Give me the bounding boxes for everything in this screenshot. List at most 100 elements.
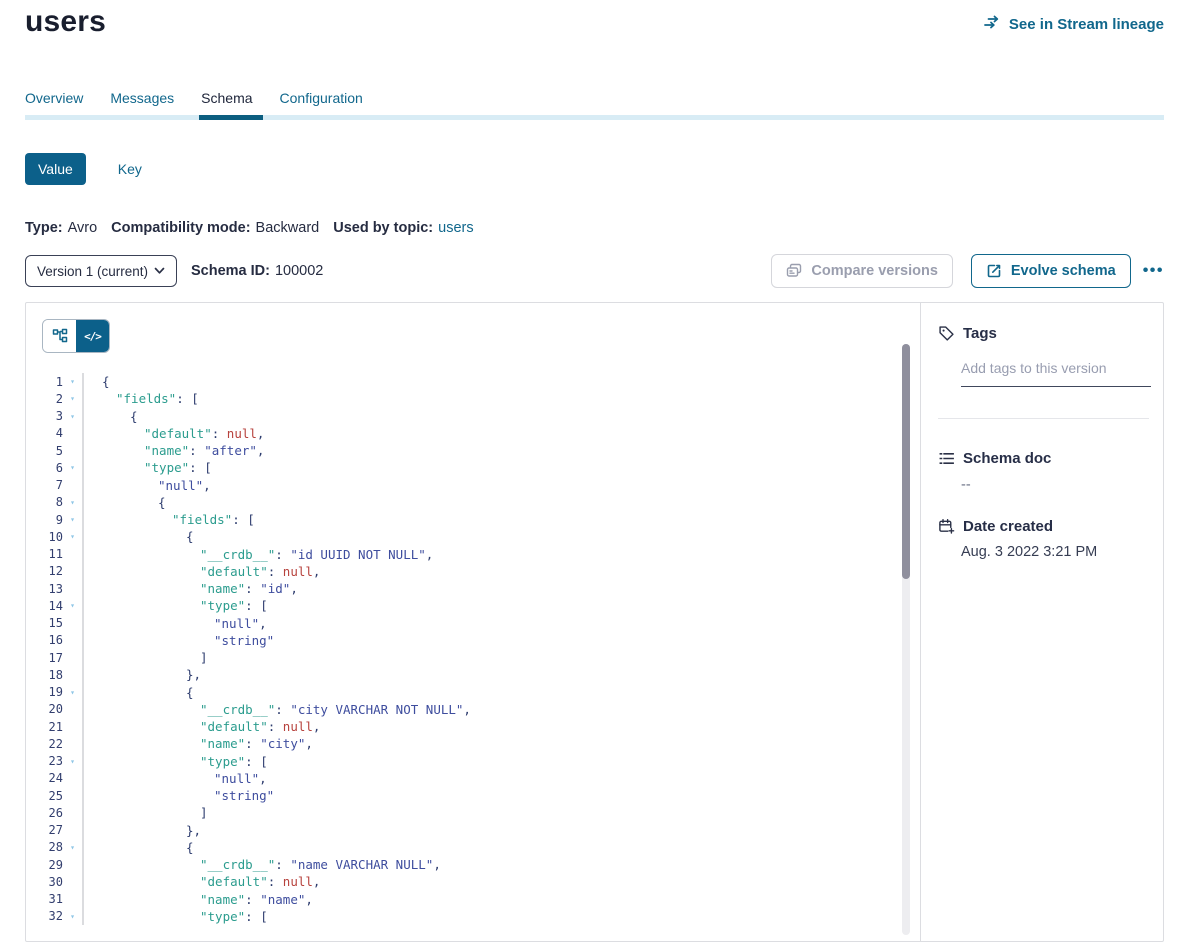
code-view-button[interactable]: </> <box>76 320 109 352</box>
caret-spacer <box>63 615 84 632</box>
more-options-button[interactable]: ••• <box>1143 262 1164 280</box>
code-text: "null", <box>84 771 267 786</box>
code-text: "__crdb__": "name VARCHAR NULL", <box>84 857 441 872</box>
code-line: 15 "null", <box>26 615 903 632</box>
line-number: 24 <box>26 771 63 785</box>
date-created-section-header: Date created <box>938 518 1053 535</box>
schema-id-value: 100002 <box>275 263 323 279</box>
schema-view-toggle: </> <box>42 319 110 353</box>
tab-schema[interactable]: Schema <box>201 90 252 120</box>
collapse-caret-icon[interactable]: ▾ <box>63 373 84 390</box>
code-text: { <box>84 374 110 389</box>
value-key-toggle: Value Key <box>25 153 142 185</box>
meta-used-by-topic: Used by topic:users <box>333 220 473 236</box>
evolve-schema-label: Evolve schema <box>1011 263 1116 279</box>
collapse-caret-icon[interactable]: ▾ <box>63 511 84 528</box>
schema-id-label: Schema ID: <box>191 263 270 279</box>
line-number: 16 <box>26 633 63 647</box>
code-text: { <box>84 840 194 855</box>
code-lines: 1▾{2▾"fields": [3▾{4"default": null,5"na… <box>26 373 903 941</box>
tags-title: Tags <box>963 325 997 342</box>
code-text: { <box>84 529 194 544</box>
code-text: "__crdb__": "city VARCHAR NOT NULL", <box>84 702 471 717</box>
line-number: 3 <box>26 409 63 423</box>
collapse-caret-icon[interactable]: ▾ <box>63 494 84 511</box>
code-line: 20"__crdb__": "city VARCHAR NOT NULL", <box>26 701 903 718</box>
key-toggle-link[interactable]: Key <box>118 161 142 177</box>
caret-spacer <box>63 787 84 804</box>
code-line: 17] <box>26 649 903 666</box>
collapse-caret-icon[interactable]: ▾ <box>63 684 84 701</box>
line-number: 17 <box>26 651 63 665</box>
code-text: "string" <box>84 633 274 648</box>
code-text: }, <box>84 667 201 682</box>
meta-compatibility-mode: Compatibility mode: Backward <box>111 220 319 236</box>
meta-type: Type:Avro <box>25 220 97 236</box>
collapse-caret-icon[interactable]: ▾ <box>63 390 84 407</box>
see-in-stream-lineage-link[interactable]: See in Stream lineage <box>984 15 1164 33</box>
line-number: 15 <box>26 616 63 630</box>
code-text: "name": "id", <box>84 581 298 596</box>
collapse-caret-icon[interactable]: ▾ <box>63 597 84 614</box>
scrollbar-track[interactable] <box>902 344 910 935</box>
tree-view-icon <box>52 328 68 344</box>
meta-label: Compatibility mode: <box>111 220 250 236</box>
collapse-caret-icon[interactable]: ▾ <box>63 459 84 476</box>
schema-doc-title: Schema doc <box>963 450 1051 467</box>
schema-id: Schema ID: 100002 <box>191 263 323 279</box>
schema-panel: </> 1▾{2▾"fields": [3▾{4"default": null,… <box>25 302 1164 942</box>
code-text: "string" <box>84 788 274 803</box>
code-text: "null", <box>84 478 211 493</box>
evolve-schema-button[interactable]: Evolve schema <box>971 254 1131 288</box>
line-number: 5 <box>26 444 63 458</box>
schema-sidebar: Tags Schema doc -- <box>921 303 1163 941</box>
code-line: 10▾{ <box>26 528 903 545</box>
caret-spacer <box>63 563 84 580</box>
code-line: 12 "default": null, <box>26 563 903 580</box>
caret-spacer <box>63 735 84 752</box>
code-text: "fields": [ <box>84 512 255 527</box>
code-text: "null", <box>84 616 267 631</box>
code-line: 29"__crdb__": "name VARCHAR NULL", <box>26 856 903 873</box>
scrollbar-thumb[interactable] <box>902 344 910 579</box>
line-number: 19 <box>26 685 63 699</box>
line-number: 31 <box>26 892 63 906</box>
tree-view-button[interactable] <box>43 320 76 352</box>
meta-value-link[interactable]: users <box>438 220 473 236</box>
code-line: 32▾"type": [ <box>26 908 903 925</box>
collapse-caret-icon[interactable]: ▾ <box>63 753 84 770</box>
compare-versions-button[interactable]: Compare versions <box>771 254 953 288</box>
code-line: 7"null", <box>26 477 903 494</box>
stream-lineage-icon <box>984 15 1001 33</box>
line-number: 2 <box>26 392 63 406</box>
code-text: "fields": [ <box>84 391 199 406</box>
code-text: "type": [ <box>84 460 212 475</box>
code-line: 1▾{ <box>26 373 903 390</box>
collapse-caret-icon[interactable]: ▾ <box>63 839 84 856</box>
collapse-caret-icon[interactable]: ▾ <box>63 908 84 925</box>
meta-value: Backward <box>256 220 320 236</box>
line-number: 23 <box>26 754 63 768</box>
line-number: 6 <box>26 461 63 475</box>
value-toggle-button[interactable]: Value <box>25 153 86 185</box>
collapse-caret-icon[interactable]: ▾ <box>63 408 84 425</box>
code-text: }, <box>84 823 201 838</box>
add-tags-input[interactable] <box>961 360 1151 387</box>
line-number: 28 <box>26 840 63 854</box>
line-number: 12 <box>26 564 63 578</box>
caret-spacer <box>63 632 84 649</box>
caret-spacer <box>63 804 84 821</box>
code-line: 2▾"fields": [ <box>26 390 903 407</box>
collapse-caret-icon[interactable]: ▾ <box>63 528 84 545</box>
version-select[interactable]: Version 1 (current) <box>25 255 177 287</box>
version-toolbar: Version 1 (current) Schema ID: 100002 Com… <box>25 254 1164 288</box>
date-created-title: Date created <box>963 518 1053 535</box>
code-text: "default": null, <box>84 719 320 734</box>
code-view-icon: </> <box>84 330 101 343</box>
code-text: "type": [ <box>84 598 268 613</box>
schema-meta-row: Type:Avro Compatibility mode: Backward Used… <box>25 220 474 236</box>
line-number: 10 <box>26 530 63 544</box>
code-text: "default": null, <box>84 564 320 579</box>
code-text: ] <box>84 650 208 665</box>
lineage-link-label: See in Stream lineage <box>1009 16 1164 33</box>
